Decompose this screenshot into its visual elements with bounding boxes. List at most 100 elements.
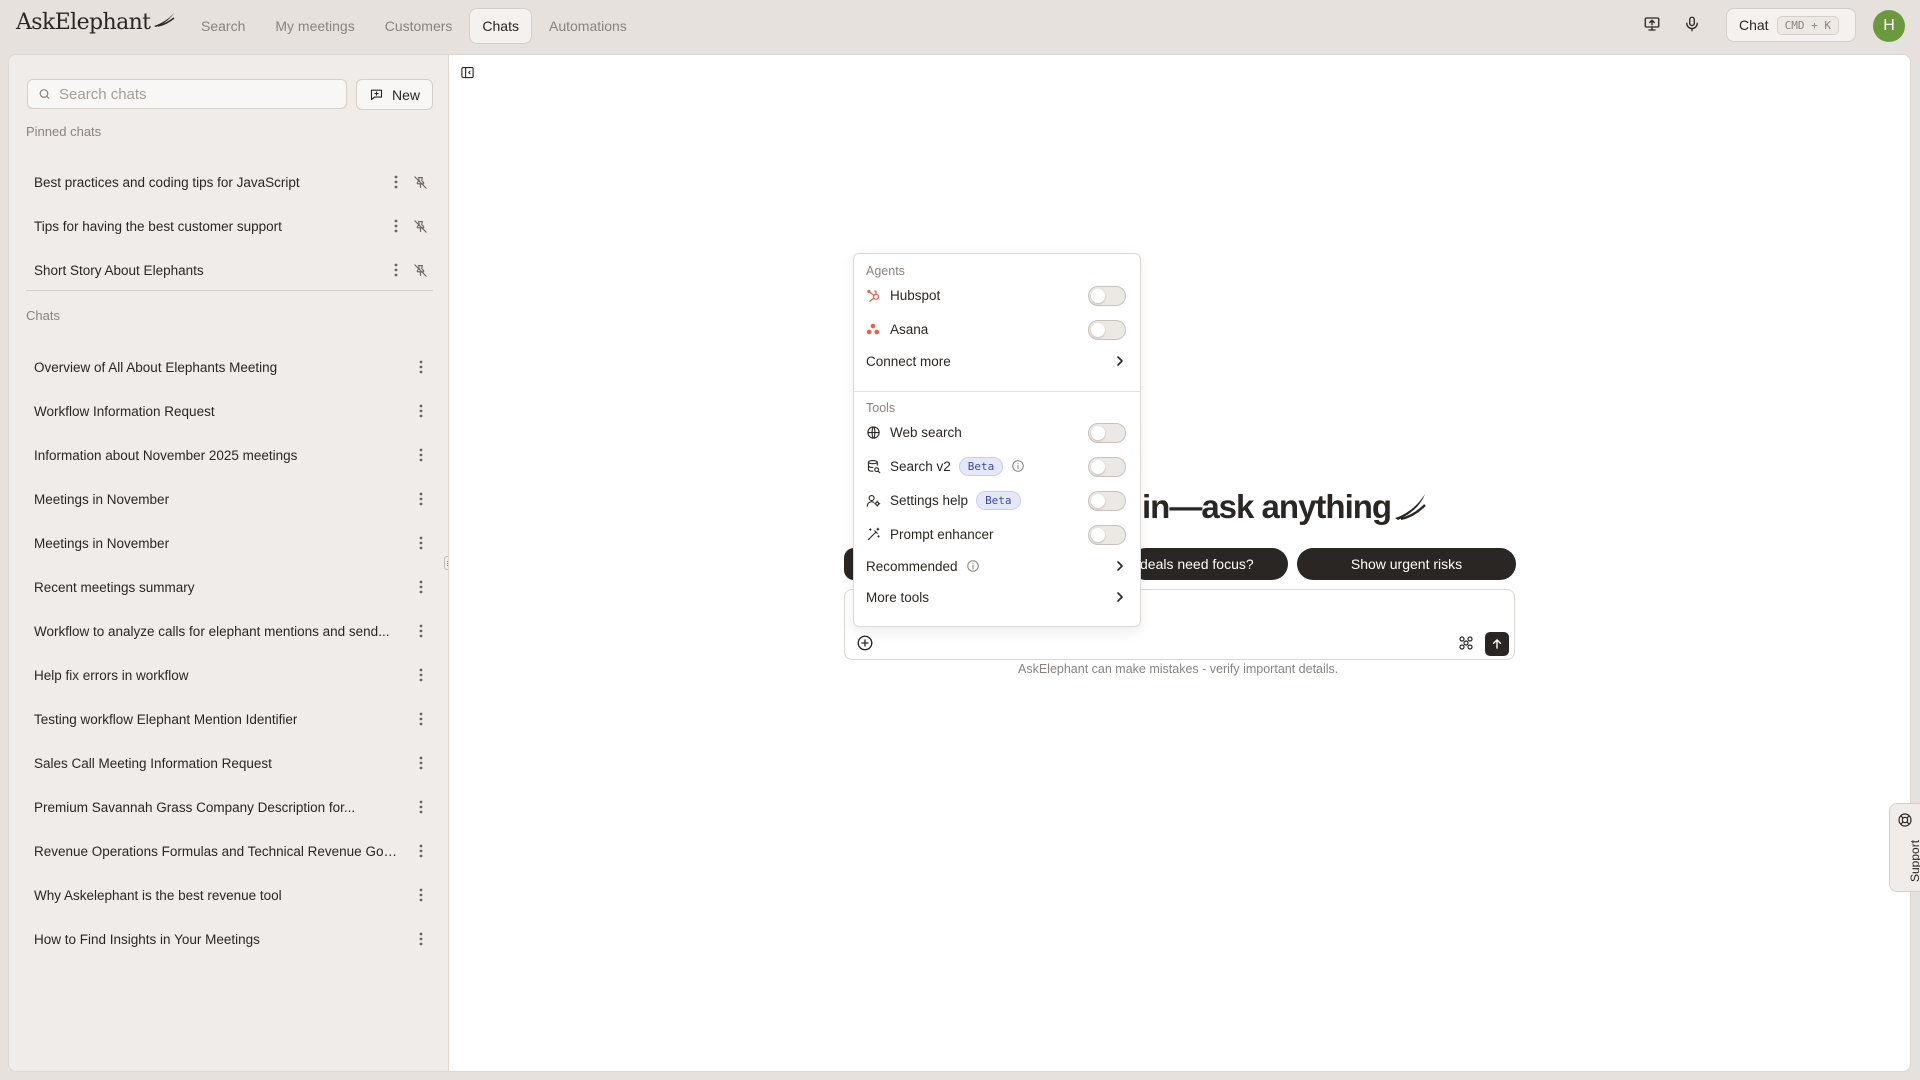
sidebar-divider	[26, 290, 433, 291]
nav-chats[interactable]: Chats	[469, 8, 532, 44]
more-options-icon[interactable]	[413, 579, 429, 595]
unpin-icon[interactable]	[411, 217, 429, 235]
suggestion-pill[interactable]: Show urgent risks	[1297, 548, 1516, 580]
nav-automations[interactable]: Automations	[536, 8, 640, 44]
chat-list-item[interactable]: Overview of All About Elephants Meeting	[21, 349, 441, 385]
chat-list-item[interactable]: Meetings in November	[21, 525, 441, 561]
unpin-icon[interactable]	[411, 261, 429, 279]
tool-label: Search v2	[890, 458, 951, 474]
more-options-icon[interactable]	[413, 887, 429, 903]
pinned-chat-item[interactable]: Tips for having the best customer suppor…	[21, 208, 441, 244]
search-chats-input[interactable]	[59, 85, 336, 103]
pinned-chat-item[interactable]: Best practices and coding tips for JavaS…	[21, 164, 441, 200]
agent-row-hubspot[interactable]: Hubspot	[854, 279, 1140, 311]
chat-title: Best practices and coding tips for JavaS…	[34, 174, 300, 190]
more-options-icon[interactable]	[413, 447, 429, 463]
info-icon[interactable]	[1011, 459, 1025, 473]
tool-label: Prompt enhancer	[890, 526, 994, 542]
more-options-icon[interactable]	[413, 667, 429, 683]
nav-customers[interactable]: Customers	[372, 8, 466, 44]
more-options-icon[interactable]	[413, 491, 429, 507]
chat-list-item[interactable]: How to Find Insights in Your Meetings	[21, 921, 441, 957]
pinned-chat-item[interactable]: Short Story About Elephants	[21, 252, 441, 288]
app-logo[interactable]: AskElephant	[16, 10, 176, 35]
chat-list-item[interactable]: Testing workflow Elephant Mention Identi…	[21, 701, 441, 737]
more-options-icon[interactable]	[413, 359, 429, 375]
prompt-enhancer-toggle[interactable]	[1088, 525, 1126, 545]
connect-more-label: Connect more	[866, 353, 951, 369]
chat-sidebar: New Pinned chats Best practices and codi…	[8, 54, 448, 1072]
more-options-icon[interactable]	[388, 174, 404, 190]
tool-row-settings-help[interactable]: Settings help Beta	[854, 484, 1140, 516]
new-chat-label: New	[391, 86, 420, 103]
tool-row-search-v2[interactable]: Search v2 Beta	[854, 450, 1140, 482]
recommended-item[interactable]: Recommended	[854, 550, 1140, 582]
more-tools-label: More tools	[866, 589, 930, 605]
chat-title: Revenue Operations Formulas and Technica…	[34, 843, 400, 859]
more-options-icon[interactable]	[413, 623, 429, 639]
agents-heading: Agents	[866, 264, 905, 278]
more-options-icon[interactable]	[413, 931, 429, 947]
page-headline: in—ask anything	[1142, 488, 1427, 526]
suggestion-pill[interactable]: deals need focus?	[1130, 548, 1288, 580]
top-bar: AskElephant Search My meetings Customers…	[0, 0, 1920, 52]
chat-list-item[interactable]: Premium Savannah Grass Company Descripti…	[21, 789, 441, 825]
add-plus-icon[interactable]	[855, 633, 875, 653]
support-tab[interactable]: Support	[1889, 803, 1920, 892]
more-options-icon[interactable]	[413, 535, 429, 551]
chat-list-item[interactable]: Workflow Information Request	[21, 393, 441, 429]
elephant-tusk-logo-icon	[154, 12, 175, 27]
more-options-icon[interactable]	[413, 755, 429, 771]
chat-list-item[interactable]: Information about November 2025 meetings	[21, 437, 441, 473]
chat-title: Why Askelephant is the best revenue tool	[34, 887, 282, 903]
unpin-icon[interactable]	[411, 173, 429, 191]
recommended-label-group: Recommended	[866, 559, 980, 574]
chat-title: Help fix errors in workflow	[34, 667, 189, 683]
chat-list-item[interactable]: Revenue Operations Formulas and Technica…	[21, 833, 441, 869]
info-icon[interactable]	[966, 559, 980, 573]
connect-more-item[interactable]: Connect more	[854, 345, 1140, 377]
elephant-tusk-icon	[1395, 494, 1426, 521]
chat-command-button[interactable]: Chat CMD + K	[1726, 8, 1856, 42]
chat-list-item[interactable]: Sales Call Meeting Information Request	[21, 745, 441, 781]
chat-command-label: Chat	[1739, 17, 1769, 33]
settings-help-toggle[interactable]	[1088, 491, 1126, 511]
chat-list-item[interactable]: Workflow to analyze calls for elephant m…	[21, 613, 441, 649]
avatar[interactable]: H	[1873, 10, 1905, 42]
tool-label: Settings help	[890, 492, 969, 508]
more-options-icon[interactable]	[388, 218, 404, 234]
asana-icon	[865, 321, 881, 337]
more-options-icon[interactable]	[413, 711, 429, 727]
more-options-icon[interactable]	[388, 262, 404, 278]
suggestion-label: deals need focus?	[1140, 556, 1254, 572]
search-v2-toggle[interactable]	[1088, 457, 1126, 477]
chat-list-item[interactable]: Recent meetings summary	[21, 569, 441, 605]
more-options-icon[interactable]	[413, 799, 429, 815]
agent-row-asana[interactable]: Asana	[854, 313, 1140, 345]
tool-row-prompt-enhancer[interactable]: Prompt enhancer	[854, 518, 1140, 550]
microphone-icon[interactable]	[1678, 10, 1706, 38]
chat-title: Workflow Information Request	[34, 403, 215, 419]
collapse-sidebar-icon[interactable]	[458, 63, 476, 81]
more-tools-item[interactable]: More tools	[854, 581, 1140, 613]
tool-row-web-search[interactable]: Web search	[854, 416, 1140, 448]
web-search-toggle[interactable]	[1088, 423, 1126, 443]
chat-list-item[interactable]: Why Askelephant is the best revenue tool	[21, 877, 441, 913]
chat-list-item[interactable]: Meetings in November	[21, 481, 441, 517]
send-button[interactable]	[1485, 632, 1509, 656]
more-options-icon[interactable]	[413, 403, 429, 419]
disclaimer-text: AskElephant can make mistakes - verify i…	[1018, 662, 1339, 676]
screen-share-icon[interactable]	[1638, 10, 1666, 38]
database-search-icon	[865, 458, 881, 474]
menu-divider	[854, 391, 1140, 392]
new-chat-button[interactable]: New	[356, 79, 433, 110]
model-settings-icon[interactable]	[1457, 634, 1475, 652]
hubspot-toggle[interactable]	[1088, 286, 1126, 306]
more-options-icon[interactable]	[413, 843, 429, 859]
chats-heading: Chats	[26, 308, 60, 323]
nav-search[interactable]: Search	[188, 8, 258, 44]
nav-my-meetings[interactable]: My meetings	[262, 8, 367, 44]
asana-toggle[interactable]	[1088, 320, 1126, 340]
chat-list-item[interactable]: Help fix errors in workflow	[21, 657, 441, 693]
search-chats-box[interactable]	[27, 79, 347, 109]
